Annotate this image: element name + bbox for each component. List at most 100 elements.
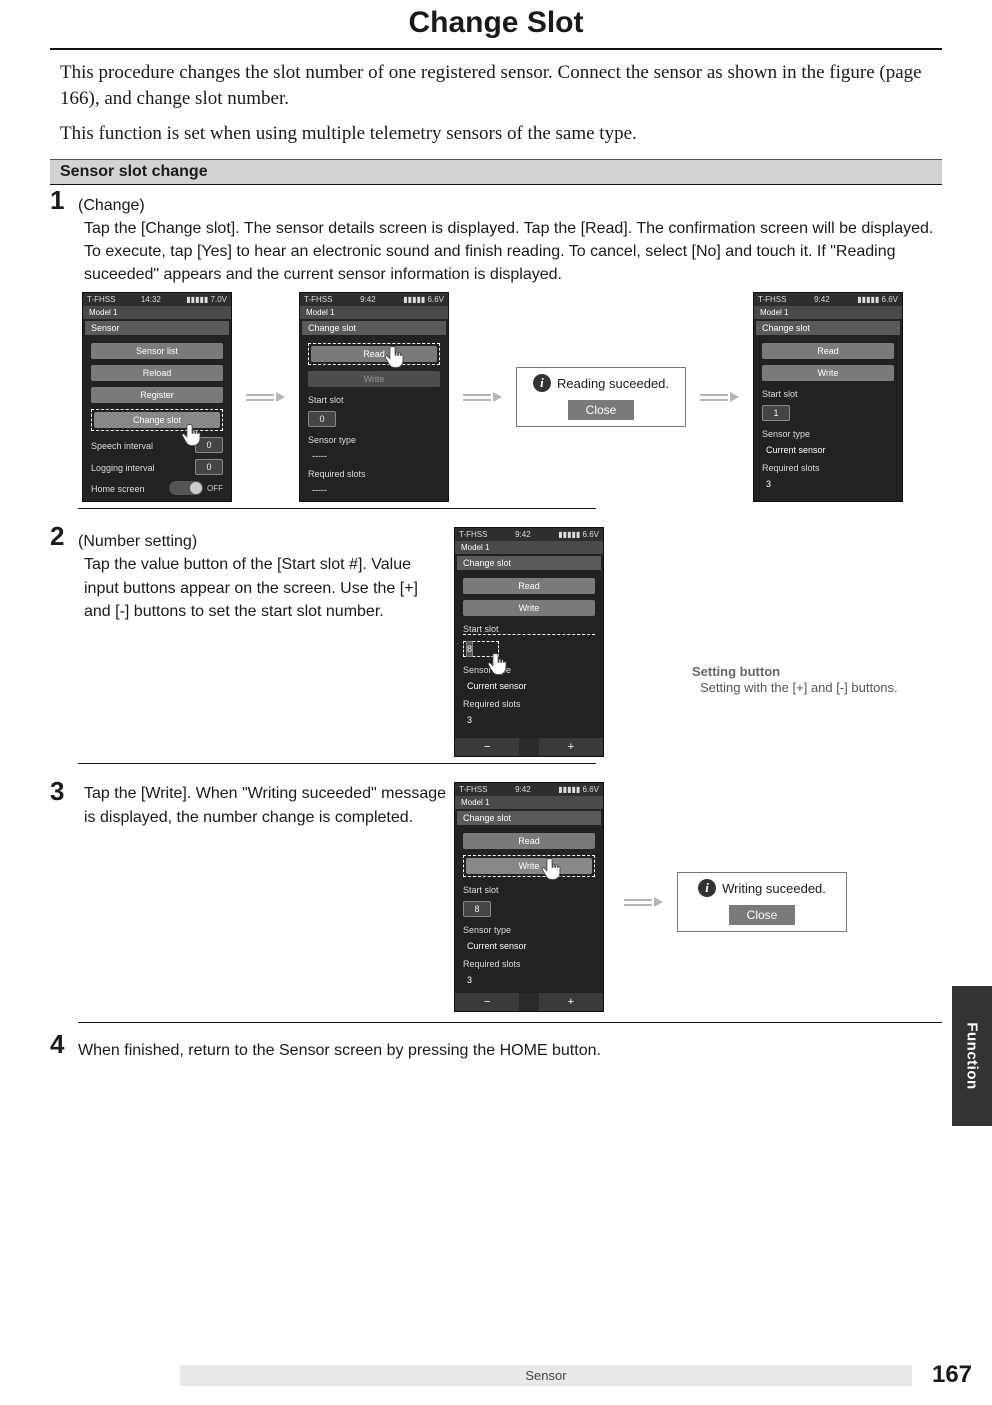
change-slot-button[interactable]: Change slot [94,412,220,428]
status-time: 9:42 [515,530,531,539]
screen-sensor-menu: T-FHSS 14:32 ▮▮▮▮▮ 7.0V Model 1 Sensor S… [82,292,232,502]
start-slot-value[interactable]: 0 [308,411,336,427]
sensor-type-label: Sensor type [308,435,440,445]
start-slot-label: Start slot [463,885,595,895]
required-slots-label: Required slots [762,463,894,473]
section-tab-label: Function [964,1022,981,1089]
arrow-icon [624,897,663,907]
status-model: T-FHSS [758,295,786,304]
info-icon: i [698,879,716,897]
read-button[interactable]: Read [463,578,595,594]
writing-succeeded-dialog: i Writing suceeded. Close [677,872,847,932]
start-slot-value[interactable]: 8 [466,641,473,657]
arrow-icon [463,392,502,402]
speech-interval-label: Speech interval [91,441,153,451]
title-rule [50,48,942,50]
home-screen-toggle[interactable]: OFF [169,481,223,495]
page-title: Change Slot [50,6,942,40]
required-slots-value: 3 [467,975,595,985]
step-1: (Change) Tap the [Change slot]. The sens… [50,185,942,522]
step2-body: Tap the value button of the [Start slot … [84,553,448,623]
write-button[interactable]: Write [463,600,595,616]
model-label: Model 1 [455,541,603,554]
step-2: (Number setting) Tap the value button of… [50,521,942,776]
screen-start-slot-edit: T-FHSS 9:42 ▮▮▮▮▮ 6.6V Model 1 Change sl… [454,527,604,757]
status-battery: ▮▮▮▮▮ 6.6V [558,785,599,794]
step-divider [78,1022,942,1023]
reload-button[interactable]: Reload [91,365,223,381]
info-icon: i [533,374,551,392]
arrow-icon [246,392,285,402]
required-slots-value: 3 [766,479,894,489]
start-slot-label: Start slot [762,389,894,399]
panel-title: Sensor [85,321,229,335]
start-slot-value[interactable]: 8 [463,901,491,917]
status-time: 9:42 [360,295,376,304]
screen-write: T-FHSS 9:42 ▮▮▮▮▮ 6.6V Model 1 Change sl… [454,782,604,1012]
status-battery: ▮▮▮▮▮ 7.0V [186,295,227,304]
sensor-type-value: Current sensor [467,941,595,951]
reading-succeeded-dialog: i Reading suceeded. Close [516,367,686,427]
minus-button[interactable]: − [455,738,519,756]
read-button[interactable]: Read [463,833,595,849]
arrow-icon [700,392,739,402]
change-slot-highlight: Change slot [91,409,223,431]
status-model: T-FHSS [459,530,487,539]
sensor-type-value: Current sensor [766,445,894,455]
home-screen-label: Home screen [91,484,145,494]
read-highlight: Read [308,343,440,365]
model-label: Model 1 [83,306,231,319]
required-slots-label: Required slots [463,699,595,709]
register-button[interactable]: Register [91,387,223,403]
speech-interval-value[interactable]: 0 [195,437,223,453]
panel-title: Change slot [302,321,446,335]
sensor-list-button[interactable]: Sensor list [91,343,223,359]
step-divider [78,508,596,509]
plus-button[interactable]: + [539,993,603,1011]
read-button[interactable]: Read [311,346,437,362]
required-slots-value: ----- [312,485,440,495]
note-body: Setting with the [+] and [-] buttons. [700,679,942,697]
write-button[interactable]: Write [466,858,592,874]
intro-paragraph-2: This function is set when using multiple… [60,121,932,147]
required-slots-label: Required slots [308,469,440,479]
status-battery: ▮▮▮▮▮ 6.6V [403,295,444,304]
sensor-type-value: ----- [312,451,440,461]
read-button[interactable]: Read [762,343,894,359]
status-battery: ▮▮▮▮▮ 6.6V [857,295,898,304]
write-button[interactable]: Write [762,365,894,381]
write-highlight: Write [463,855,595,877]
setting-button-note: Setting button Setting with the [+] and … [692,664,942,697]
required-slots-value: 3 [467,715,595,725]
status-model: T-FHSS [459,785,487,794]
minus-button[interactable]: − [455,993,519,1011]
screen-change-slot-populated: T-FHSS 9:42 ▮▮▮▮▮ 6.6V Model 1 Change sl… [753,292,903,502]
section-tab: Function [952,986,992,1126]
panel-title: Change slot [756,321,900,335]
status-time: 9:42 [814,295,830,304]
page-footer: Sensor 167 [0,1361,992,1389]
close-button[interactable]: Close [729,905,796,925]
step1-screens: T-FHSS 14:32 ▮▮▮▮▮ 7.0V Model 1 Sensor S… [82,292,942,502]
panel-title: Change slot [457,556,601,570]
logging-interval-value[interactable]: 0 [195,459,223,475]
sensor-type-label: Sensor type [463,925,595,935]
write-button-disabled: Write [308,371,440,387]
status-model: T-FHSS [87,295,115,304]
logging-interval-label: Logging interval [91,463,155,473]
step-3: Tap the [Write]. When "Writing suceeded"… [50,776,942,1029]
close-button[interactable]: Close [568,400,635,420]
step2-name: (Number setting) [78,533,448,551]
status-time: 9:42 [515,785,531,794]
note-heading: Setting button [692,664,942,679]
step3-body: Tap the [Write]. When "Writing suceeded"… [84,782,448,828]
intro-paragraph-1: This procedure changes the slot number o… [60,60,932,111]
start-slot-label: Start slot [463,624,595,635]
plus-button[interactable]: + [539,738,603,756]
sensor-type-label: Sensor type [463,665,595,675]
sensor-type-value: Current sensor [467,681,595,691]
screen-change-slot-init: T-FHSS 9:42 ▮▮▮▮▮ 6.6V Model 1 Change sl… [299,292,449,502]
step-divider [78,763,596,764]
start-slot-value[interactable]: 1 [762,405,790,421]
model-label: Model 1 [754,306,902,319]
